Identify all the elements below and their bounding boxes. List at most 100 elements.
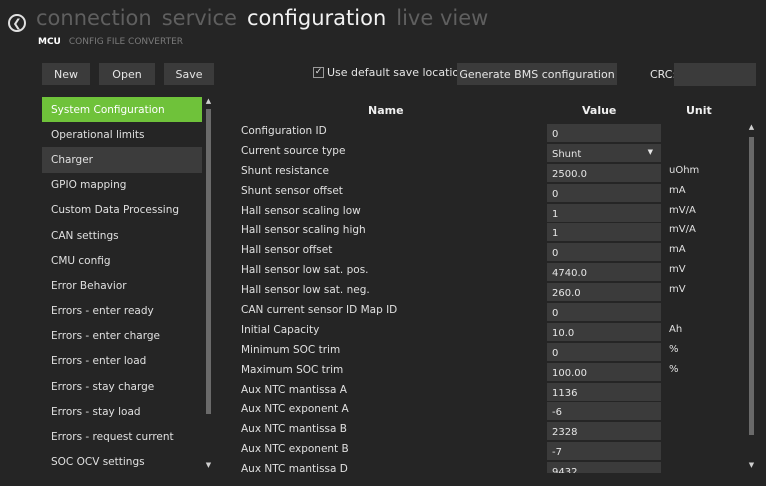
subtab-config-file-converter[interactable]: CONFIG FILE CONVERTER xyxy=(69,37,183,47)
sidebar-item[interactable]: Errors - enter load xyxy=(42,349,202,374)
tab-configuration[interactable]: configuration xyxy=(247,6,386,30)
column-header-unit: Unit xyxy=(686,104,712,117)
parameter-value-input[interactable]: 10.0 xyxy=(547,322,661,341)
parameter-unit: uOhm xyxy=(669,164,700,176)
parameter-value-text: Shunt xyxy=(552,148,582,160)
parameter-value-input[interactable]: 100.00 xyxy=(547,362,661,381)
new-button[interactable]: New xyxy=(42,63,90,85)
parameter-value-input[interactable]: 2500.0 xyxy=(547,163,661,182)
table-row: Minimum SOC trim 0% xyxy=(236,340,746,361)
default-save-location-option[interactable]: ✓ Use default save location xyxy=(313,66,466,79)
parameter-value-input[interactable]: 4740.0 xyxy=(547,263,661,282)
parameter-value-text: 0 xyxy=(552,347,559,359)
default-save-checkbox[interactable]: ✓ xyxy=(313,67,324,78)
main-nav: connection service configuration live vi… xyxy=(36,6,488,30)
parameter-value-text: 0 xyxy=(552,248,559,260)
parameter-name: Shunt sensor offset xyxy=(241,184,343,197)
parameter-value-input[interactable]: 260.0 xyxy=(547,283,661,302)
parameter-value-input[interactable]: -6 xyxy=(547,402,661,421)
parameter-unit: mV xyxy=(669,264,686,276)
table-row: Shunt sensor offset 0 mA xyxy=(236,181,746,202)
sidebar-item[interactable]: Errors - stay charge xyxy=(42,374,202,399)
parameter-name: Hall sensor scaling high xyxy=(241,224,366,237)
parameter-name: Initial Capacity xyxy=(241,323,320,336)
sidebar-item[interactable]: SOC OCV settings xyxy=(42,450,202,474)
scroll-down-arrow-icon[interactable]: ▼ xyxy=(747,461,756,470)
parameter-name: Minimum SOC trim xyxy=(241,343,341,356)
sidebar-item[interactable]: Error Behavior xyxy=(42,273,202,298)
table-row: Hall sensor offset 0 mA xyxy=(236,240,746,262)
parameter-value-input[interactable]: 0 xyxy=(547,342,661,361)
sidebar-item[interactable]: Custom Data Processing xyxy=(42,198,202,223)
parameter-table: Configuration ID 0 Current source type Shun… xyxy=(236,121,746,473)
back-button[interactable]: ❮ xyxy=(8,14,26,32)
table-row: Aux NTC mantissa A 1136 xyxy=(236,380,746,401)
parameter-value-input[interactable]: 0 xyxy=(547,243,661,262)
chevron-down-icon[interactable]: ▼ xyxy=(648,148,653,156)
parameter-value-text: 0 xyxy=(552,188,559,200)
table-row: Current source type Shunt ▼ xyxy=(236,141,746,162)
scroll-down-arrow-icon[interactable]: ▼ xyxy=(204,461,213,470)
parameter-name: Aux NTC exponent B xyxy=(241,443,349,456)
parameter-name: Aux NTC mantissa D xyxy=(241,463,348,473)
tab-live-view[interactable]: live view xyxy=(396,6,488,30)
sidebar-item[interactable]: Errors - stay load xyxy=(42,399,202,424)
parameter-value-text: 260.0 xyxy=(552,288,581,300)
parameter-name: Shunt resistance xyxy=(241,164,329,177)
open-button[interactable]: Open xyxy=(99,63,155,85)
sidebar-item[interactable]: Errors - enter charge xyxy=(42,324,202,349)
parameter-unit: Ah xyxy=(669,323,683,335)
parameter-value-input[interactable]: 9432 xyxy=(547,462,661,473)
parameter-value-input[interactable]: 0 xyxy=(547,183,661,202)
parameter-unit: % xyxy=(669,343,679,355)
parameter-unit: mA xyxy=(669,184,686,196)
parameter-value-input[interactable]: 2328 xyxy=(547,422,661,441)
sidebar-item[interactable]: Charger xyxy=(42,147,202,173)
sidebar-scroll-thumb[interactable] xyxy=(206,109,211,414)
sidebar-item[interactable]: GPIO mapping xyxy=(42,173,202,198)
table-row: CAN current sensor ID Map ID 0 xyxy=(236,300,746,322)
config-category-list: System Configuration Operational limits Ch… xyxy=(42,97,202,474)
parameter-value-input[interactable]: 0 xyxy=(547,124,661,142)
parameter-value-input[interactable]: 1 xyxy=(547,203,661,222)
table-scrollbar[interactable]: ▲ ▼ xyxy=(747,121,756,470)
table-row: Configuration ID 0 xyxy=(236,121,746,142)
parameter-value-text: 1 xyxy=(552,208,559,220)
subtab-mcu[interactable]: MCU xyxy=(38,37,61,47)
parameter-value-input[interactable]: 1136 xyxy=(547,382,661,401)
scroll-up-arrow-icon[interactable]: ▲ xyxy=(747,123,756,132)
parameter-value-input[interactable]: 0 xyxy=(547,303,661,322)
table-row: Maximum SOC trim 100.00% xyxy=(236,360,746,381)
generate-bms-configuration-button[interactable]: Generate BMS configuration xyxy=(457,63,617,85)
parameter-value-input[interactable]: 1 xyxy=(547,223,661,242)
parameter-name: Current source type xyxy=(241,144,346,157)
table-row: Shunt resistance 2500.0 uOhm xyxy=(236,161,746,182)
tab-connection[interactable]: connection xyxy=(36,6,152,30)
sidebar-scrollbar[interactable]: ▲ ▼ xyxy=(204,97,213,470)
sidebar-item[interactable]: Errors - request current xyxy=(42,424,202,449)
parameter-value-select[interactable]: Shunt ▼ xyxy=(547,143,661,162)
parameter-unit: mV xyxy=(669,284,686,296)
sidebar-item[interactable]: System Configuration xyxy=(42,97,202,123)
parameter-name: CAN current sensor ID Map ID xyxy=(241,304,398,317)
parameter-value-text: 4740.0 xyxy=(552,268,587,280)
table-row: Aux NTC exponent B -7 xyxy=(236,439,746,461)
parameter-value-input[interactable]: -7 xyxy=(547,442,661,461)
parameter-value-text: -6 xyxy=(552,407,562,419)
sidebar-item[interactable]: Errors - enter ready xyxy=(42,299,202,324)
sidebar-item[interactable]: CAN settings xyxy=(42,223,202,248)
parameter-name: Aux NTC exponent A xyxy=(241,403,349,416)
parameter-name: Aux NTC mantissa A xyxy=(241,383,347,396)
tab-service[interactable]: service xyxy=(162,6,237,30)
parameter-value-text: -7 xyxy=(552,447,562,459)
sidebar-item[interactable]: Operational limits xyxy=(42,122,202,147)
sidebar-item[interactable]: CMU config xyxy=(42,248,202,273)
table-scroll-thumb[interactable] xyxy=(749,137,754,435)
sub-nav: MCU CONFIG FILE CONVERTER xyxy=(38,37,183,47)
crc-input[interactable] xyxy=(674,63,756,86)
scroll-up-arrow-icon[interactable]: ▲ xyxy=(204,97,213,106)
parameter-value-text: 100.00 xyxy=(552,367,587,379)
column-header-name: Name xyxy=(368,104,404,117)
parameter-name: Hall sensor offset xyxy=(241,244,333,257)
save-button[interactable]: Save xyxy=(164,63,214,85)
